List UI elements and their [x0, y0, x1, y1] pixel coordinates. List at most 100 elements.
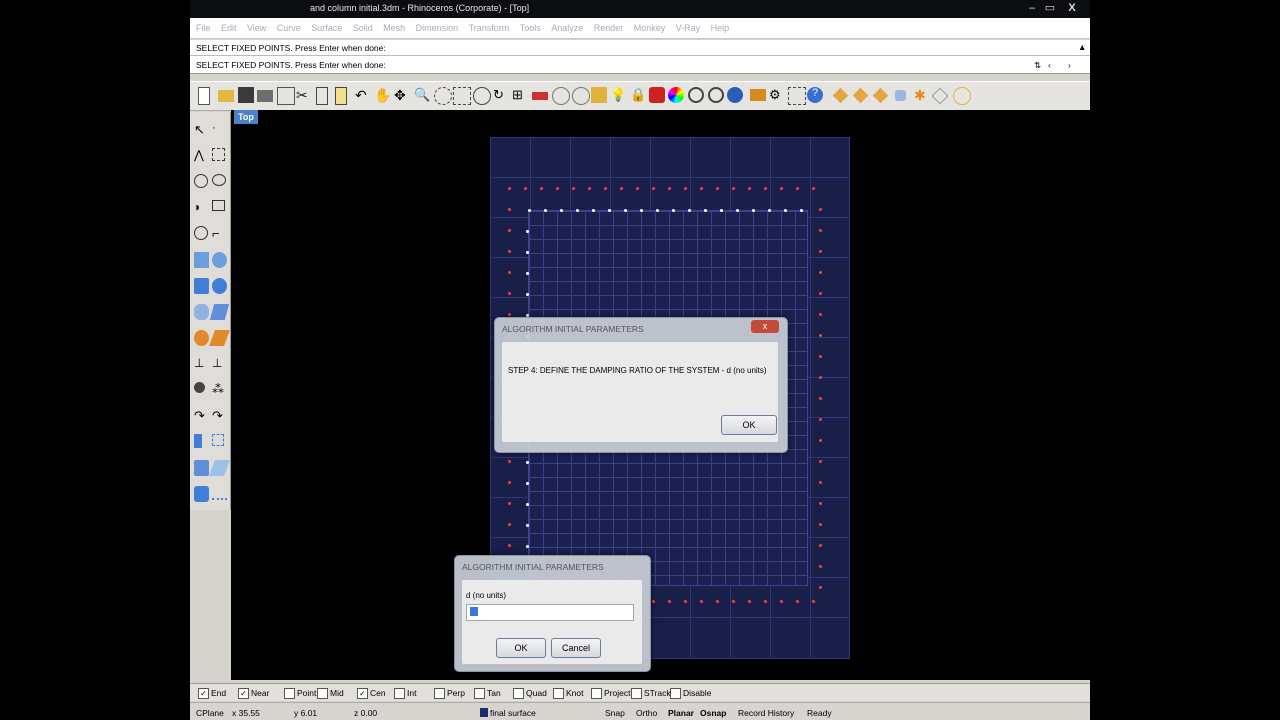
control-point[interactable]: [784, 209, 787, 212]
control-point[interactable]: [819, 586, 822, 589]
shade-icon[interactable]: [552, 87, 570, 105]
block-icon[interactable]: ⁂: [212, 382, 227, 398]
control-point[interactable]: [684, 187, 687, 190]
control-point[interactable]: [819, 502, 822, 505]
color-wheel-icon[interactable]: [668, 87, 684, 103]
control-point[interactable]: [684, 600, 687, 603]
control-point[interactable]: [526, 272, 529, 275]
analyze-icon[interactable]: [212, 492, 227, 500]
control-point[interactable]: [819, 313, 822, 316]
spinner-icon[interactable]: ⇅: [1034, 60, 1041, 71]
tag-icon-3[interactable]: [872, 87, 889, 104]
open-folder-icon[interactable]: [218, 90, 234, 102]
control-point[interactable]: [819, 208, 822, 211]
polyline-icon[interactable]: ⋀: [194, 148, 209, 164]
control-point[interactable]: [668, 600, 671, 603]
restore-button[interactable]: ▭: [1042, 1, 1058, 15]
control-point[interactable]: [508, 502, 511, 505]
sphere-render-icon[interactable]: [727, 87, 743, 103]
control-point[interactable]: [640, 209, 643, 212]
save-icon[interactable]: [238, 87, 254, 103]
menu-view[interactable]: View: [247, 23, 266, 33]
fillet-icon[interactable]: ⌐: [212, 226, 227, 242]
control-point[interactable]: [636, 187, 639, 190]
control-point[interactable]: [732, 600, 735, 603]
control-point[interactable]: [700, 600, 703, 603]
dimension-icon[interactable]: ⊥: [194, 356, 209, 372]
osnap-checkbox-quad[interactable]: [513, 688, 524, 699]
material-icon[interactable]: [953, 87, 971, 105]
control-point[interactable]: [508, 271, 511, 274]
point-icon[interactable]: ·: [212, 122, 227, 138]
control-point[interactable]: [526, 293, 529, 296]
four-view-icon[interactable]: ⊞: [512, 87, 528, 103]
control-point[interactable]: [748, 600, 751, 603]
osnap-checkbox-project[interactable]: [591, 688, 602, 699]
control-point[interactable]: [526, 545, 529, 548]
cube-icon[interactable]: [895, 90, 906, 101]
curve-cp-icon[interactable]: [212, 148, 225, 161]
trim-icon[interactable]: ↷: [194, 408, 209, 424]
scale-icon[interactable]: [209, 460, 230, 476]
input-ok-button[interactable]: OK: [496, 638, 546, 658]
control-point[interactable]: [768, 209, 771, 212]
bulb-icon[interactable]: 💡: [610, 87, 626, 103]
record-history-toggle[interactable]: Record History: [738, 708, 794, 718]
ellipse-icon[interactable]: [212, 174, 226, 186]
control-point[interactable]: [812, 187, 815, 190]
cylinder-icon[interactable]: [194, 304, 209, 320]
split-icon[interactable]: ↷: [212, 408, 227, 424]
control-point[interactable]: [544, 209, 547, 212]
control-point[interactable]: [508, 187, 511, 190]
control-point[interactable]: [588, 187, 591, 190]
menu-transform[interactable]: Transform: [469, 23, 510, 33]
control-point[interactable]: [508, 460, 511, 463]
rotate-view-icon[interactable]: ✥: [394, 87, 410, 103]
new-file-icon[interactable]: [198, 87, 210, 105]
control-point[interactable]: [796, 187, 799, 190]
star-icon[interactable]: ✱: [914, 87, 930, 103]
control-point[interactable]: [572, 187, 575, 190]
control-point[interactable]: [526, 503, 529, 506]
control-point[interactable]: [764, 600, 767, 603]
box-icon[interactable]: [194, 278, 209, 294]
cut-icon[interactable]: ✂: [296, 87, 312, 103]
control-point[interactable]: [764, 187, 767, 190]
control-point[interactable]: [720, 209, 723, 212]
osnap-checkbox-point[interactable]: [284, 688, 295, 699]
car-icon[interactable]: [532, 92, 548, 100]
solid-tools-icon[interactable]: [194, 486, 209, 502]
control-point[interactable]: [819, 523, 822, 526]
help-icon[interactable]: ?: [807, 87, 823, 103]
render-icon[interactable]: [572, 87, 590, 105]
message-ok-button[interactable]: OK: [721, 415, 777, 435]
zoom-extents-icon[interactable]: [453, 87, 471, 105]
grid-snap-icon[interactable]: [788, 87, 806, 105]
control-point[interactable]: [800, 209, 803, 212]
osnap-checkbox-cen[interactable]: ✓: [357, 688, 368, 699]
array-icon[interactable]: [194, 460, 209, 476]
dialog-close-button[interactable]: x: [751, 320, 779, 333]
control-point[interactable]: [524, 187, 527, 190]
d-value-input[interactable]: [466, 604, 634, 621]
control-point[interactable]: [608, 209, 611, 212]
control-point[interactable]: [540, 187, 543, 190]
paste-icon[interactable]: [335, 87, 347, 105]
control-point[interactable]: [819, 460, 822, 463]
pan-hand-icon[interactable]: ✋: [374, 87, 391, 103]
osnap-checkbox-perp[interactable]: [434, 688, 445, 699]
prev-icon[interactable]: ‹: [1048, 60, 1051, 70]
control-point[interactable]: [508, 208, 511, 211]
mesh-icon[interactable]: [194, 330, 209, 346]
control-point[interactable]: [652, 600, 655, 603]
move-icon[interactable]: [194, 434, 202, 448]
zoom-selected-icon[interactable]: [473, 87, 491, 105]
control-point[interactable]: [819, 271, 822, 274]
control-point[interactable]: [819, 376, 822, 379]
osnap-checkbox-tan[interactable]: [474, 688, 485, 699]
control-point[interactable]: [592, 209, 595, 212]
control-point[interactable]: [819, 250, 822, 253]
minimize-button[interactable]: –: [1024, 1, 1040, 15]
copy-obj-icon[interactable]: [212, 434, 224, 446]
control-point[interactable]: [736, 209, 739, 212]
